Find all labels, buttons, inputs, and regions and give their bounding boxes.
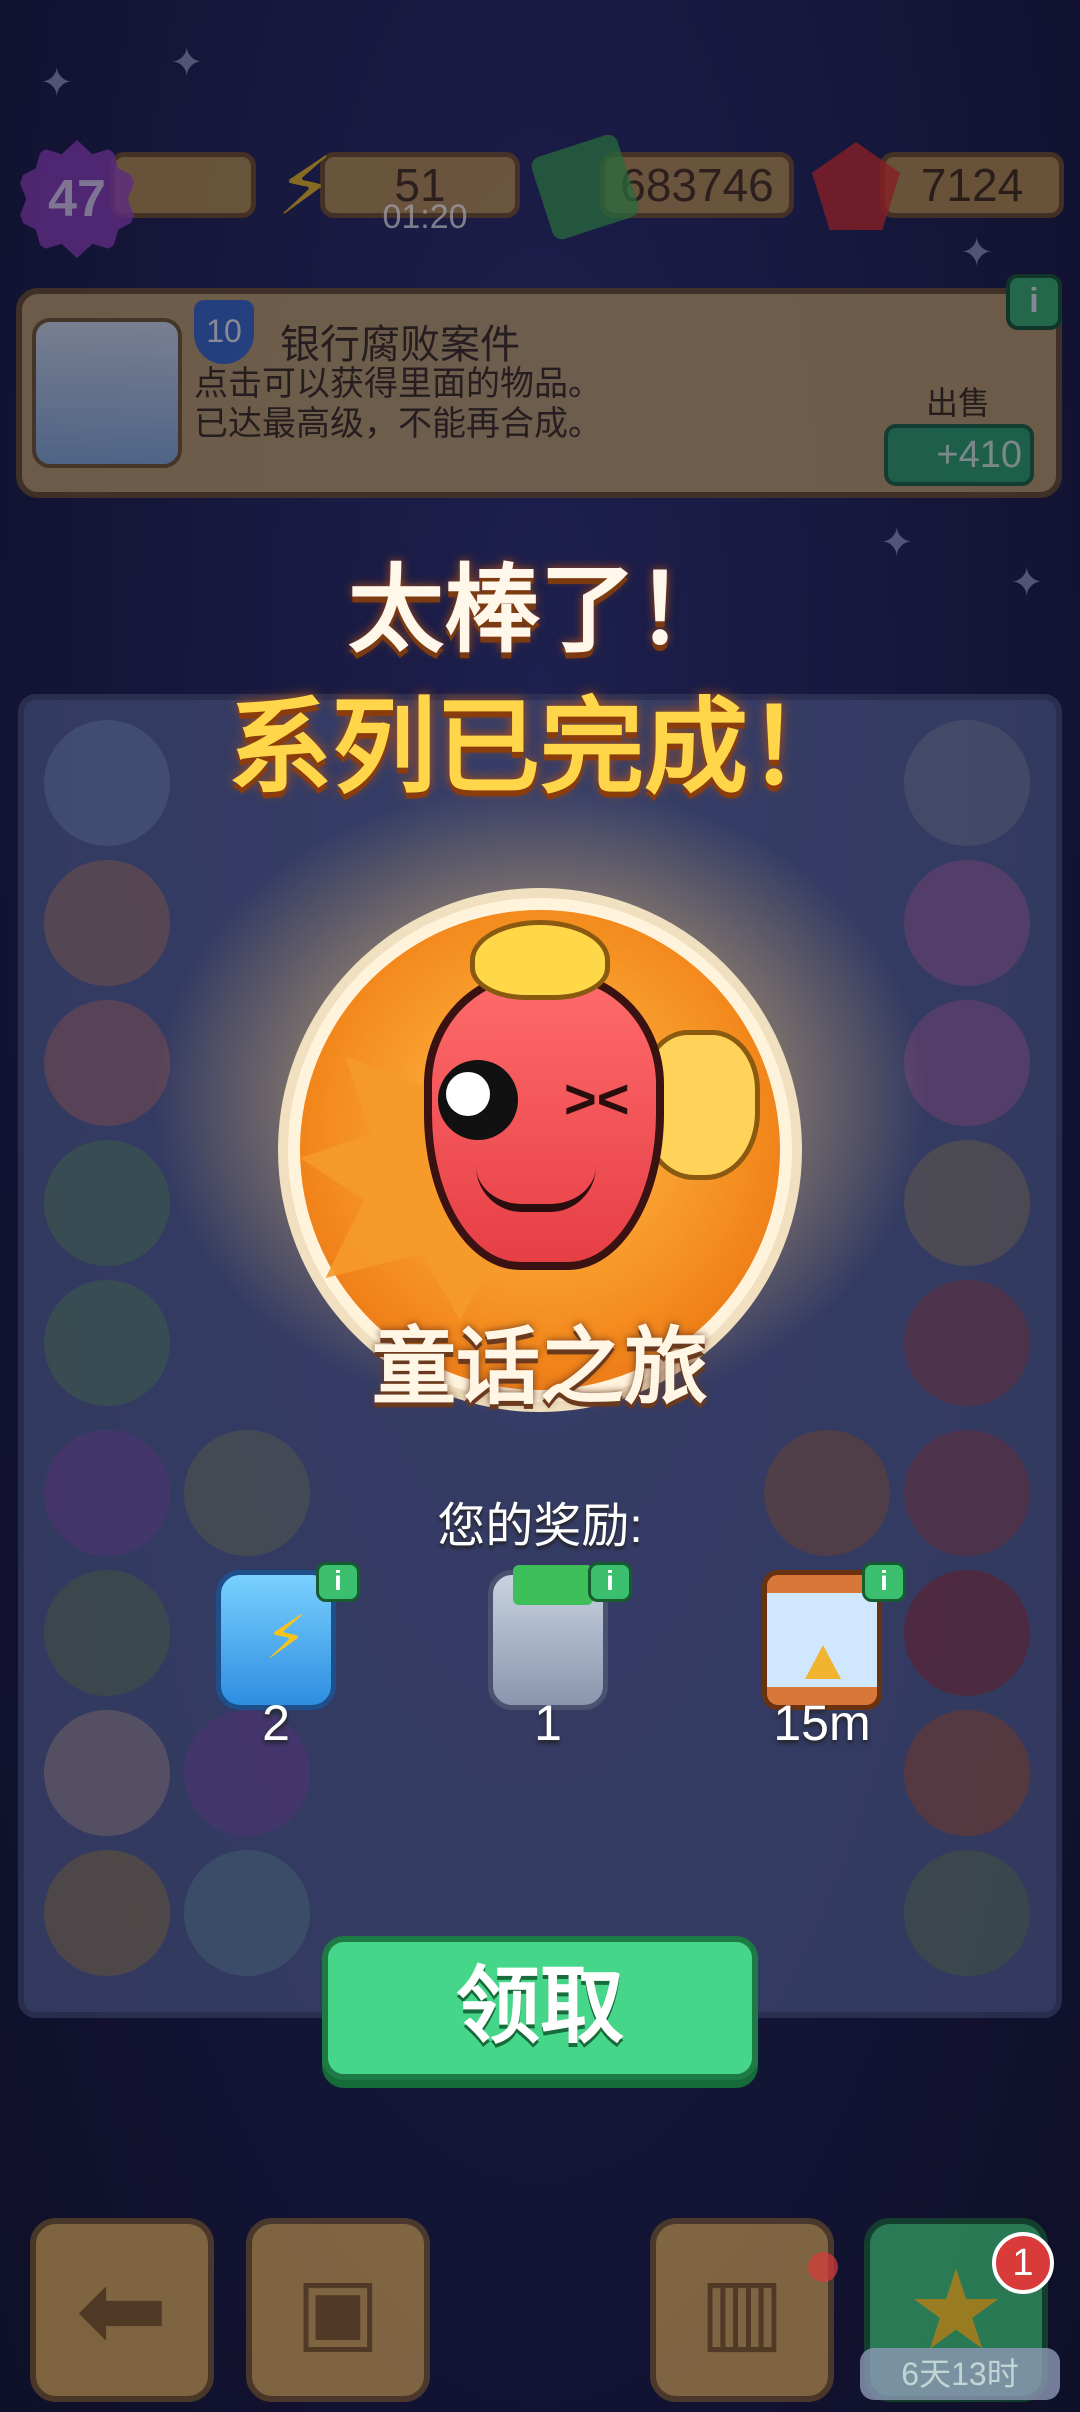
chick-character-icon <box>470 920 610 1000</box>
arrow-left-icon: ⬅ <box>75 2249 169 2372</box>
reward-item[interactable]: i 1 <box>448 1560 648 1760</box>
popup-subtitle: 系列已完成！ <box>227 686 852 808</box>
lightning-icon: ⚡ <box>265 1604 308 1671</box>
reward-count: 15m <box>773 1695 871 1751</box>
bean-eye-icon <box>438 1060 518 1140</box>
reward-info-button[interactable]: i <box>862 1562 906 1602</box>
shop-button[interactable]: ▥ <box>650 2218 834 2402</box>
reward-count: 2 <box>262 1695 290 1751</box>
popup-title: 太棒了！ <box>348 554 732 666</box>
event-timer: 6天13时 <box>860 2348 1060 2400</box>
backpack-button[interactable]: ▣ <box>246 2218 430 2402</box>
basket-icon: ▥ <box>699 2260 785 2361</box>
bean-wink-icon: >< <box>564 1067 630 1130</box>
reward-item[interactable]: i 15m <box>722 1560 922 1760</box>
shop-alert-dot <box>808 2252 838 2282</box>
back-button[interactable]: ⬅ <box>30 2218 214 2402</box>
rewards-label: 您的奖励: <box>437 1500 643 1553</box>
reward-count: 1 <box>534 1695 562 1751</box>
reward-info-button[interactable]: i <box>316 1562 360 1602</box>
backpack-icon: ▣ <box>295 2260 381 2361</box>
reward-info-button[interactable]: i <box>588 1562 632 1602</box>
reward-item[interactable]: ⚡ i 2 <box>176 1560 376 1760</box>
cash-stack-icon <box>513 1565 593 1605</box>
notification-badge: 1 <box>992 2232 1054 2294</box>
sand-icon <box>805 1645 841 1679</box>
collection-name: 童话之旅 <box>371 1320 708 1414</box>
claim-button[interactable]: 领取 <box>322 1936 758 2080</box>
